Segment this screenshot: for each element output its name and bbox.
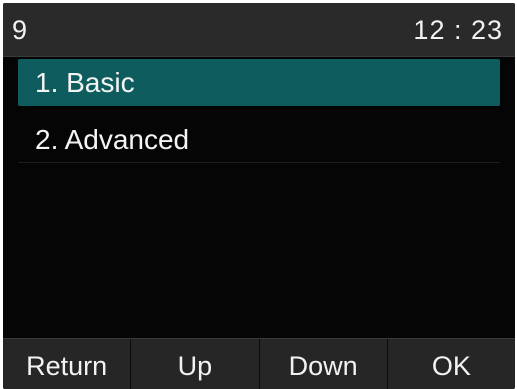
- phone-screen: 9 12 : 23 1. Basic 2. Advanced Return Up…: [3, 3, 515, 389]
- up-softkey[interactable]: Up: [130, 339, 258, 389]
- clock: 12 : 23: [413, 15, 503, 45]
- down-softkey[interactable]: Down: [258, 339, 387, 389]
- menu-item-basic[interactable]: 1. Basic: [18, 59, 500, 106]
- menu-item-advanced[interactable]: 2. Advanced: [18, 116, 500, 163]
- menu-divider: [18, 162, 500, 163]
- ok-softkey[interactable]: OK: [386, 339, 515, 389]
- account-label: 9: [12, 15, 28, 45]
- return-softkey[interactable]: Return: [3, 339, 130, 389]
- status-bar: 9 12 : 23: [3, 3, 515, 57]
- softkey-bar: Return Up Down OK: [3, 338, 515, 389]
